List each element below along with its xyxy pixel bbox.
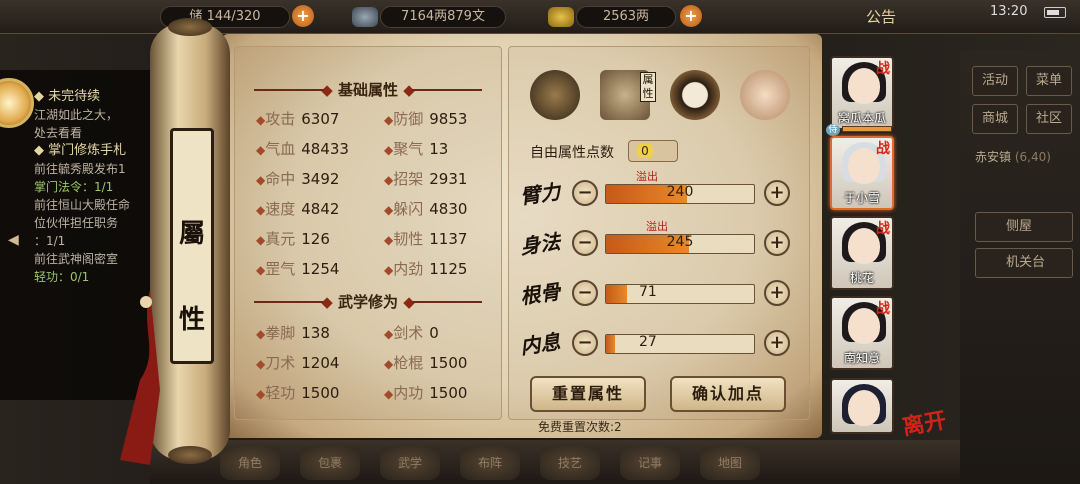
- bottom-menu: 角色 包裹 武学 布阵 技艺 记事 地图: [150, 440, 970, 484]
- breath-plus-button[interactable]: +: [764, 330, 790, 356]
- constitution-minus-button[interactable]: −: [572, 280, 598, 306]
- constitution-value: 71: [639, 284, 657, 300]
- character-exp-bar: [842, 126, 892, 132]
- reset-attributes-button[interactable]: 重置属性: [530, 376, 646, 412]
- meridian-body-icon[interactable]: [740, 70, 790, 120]
- bottom-item-formation[interactable]: 布阵: [460, 446, 520, 480]
- stat-hit: ◆命中 3492: [256, 170, 340, 188]
- strength-value: 240: [666, 184, 694, 200]
- skill-lightness: ◆轻功 1500: [256, 384, 340, 402]
- shop-button[interactable]: 商城: [972, 104, 1018, 134]
- attendant-badge: 侍: [826, 124, 840, 136]
- character-name: 南知意: [843, 351, 880, 365]
- character-card-selected[interactable]: 战 于小雪: [830, 136, 894, 210]
- notice-button[interactable]: 公告: [866, 6, 896, 27]
- character-name: 桃花: [849, 271, 874, 285]
- strength-plus-button[interactable]: +: [764, 180, 790, 206]
- breath-minus-button[interactable]: −: [572, 330, 598, 356]
- scroll-rod-cap: [168, 446, 212, 464]
- clock: 13:20: [990, 4, 1028, 19]
- agility-plus-button[interactable]: +: [764, 230, 790, 256]
- silver-icon: [352, 7, 378, 27]
- attr-constitution-name: 根骨: [518, 279, 562, 309]
- martial-skills-title: ◆ 武学修为 ◆: [240, 290, 496, 314]
- location-label: 赤安镇 (6,40): [975, 150, 1051, 164]
- bottom-item-bag[interactable]: 包裹: [300, 446, 360, 480]
- free-reset-count: 免费重置次数:2: [538, 420, 622, 434]
- skill-sword: ◆剑术 0: [384, 324, 439, 342]
- character-card[interactable]: 战 南知意: [830, 296, 894, 370]
- room-side-house[interactable]: 侧屋: [975, 212, 1073, 242]
- character-card[interactable]: 战 窝瓜本瓜: [830, 56, 894, 130]
- free-points-value: 0: [637, 144, 653, 158]
- agility-overflow-label: 溢出: [646, 220, 668, 233]
- battle-tag: 战: [876, 141, 890, 157]
- attr-breath-name: 内息: [518, 329, 562, 359]
- stat-dodge: ◆躲闪 4830: [384, 200, 468, 218]
- basic-attrs-title: ◆ 基础属性 ◆: [240, 78, 496, 102]
- bottom-item-journal[interactable]: 记事: [620, 446, 680, 480]
- character-name: 窝瓜本瓜: [837, 111, 886, 125]
- battle-tag: 战: [876, 61, 890, 77]
- confirm-points-button[interactable]: 确认加点: [670, 376, 786, 412]
- free-points-label: 自由属性点数: [530, 145, 614, 161]
- stat-gang-qi: ◆罡气 1254: [256, 260, 340, 278]
- stat-gather: ◆聚气 13: [384, 140, 449, 158]
- attr-strength-name: 臂力: [518, 179, 562, 209]
- character-card[interactable]: 战 桃花: [830, 216, 894, 290]
- strength-overflow-label: 溢出: [636, 170, 658, 183]
- stat-inner-force: ◆内劲 1125: [384, 260, 468, 278]
- skill-fist: ◆拳脚 138: [256, 324, 330, 342]
- bottom-item-map[interactable]: 地图: [700, 446, 760, 480]
- bottom-item-role[interactable]: 角色: [220, 446, 280, 480]
- skill-internal: ◆内功 1500: [384, 384, 468, 402]
- storage-add-button[interactable]: +: [292, 5, 314, 27]
- character-card[interactable]: [830, 378, 894, 434]
- gold-pill: 2563两: [576, 6, 676, 28]
- bottom-item-martial[interactable]: 武学: [380, 446, 440, 480]
- agility-minus-button[interactable]: −: [572, 230, 598, 256]
- money-pill: 7164两879文: [380, 6, 506, 28]
- room-mechanism[interactable]: 机关台: [975, 248, 1073, 278]
- skill-spear: ◆枪棍 1500: [384, 354, 468, 372]
- avatar-face: [848, 390, 880, 426]
- battle-tag: 战: [876, 301, 890, 317]
- gold-ingot-icon: [548, 7, 574, 27]
- stat-attack: ◆攻击 6307: [256, 110, 340, 128]
- bagua-icon[interactable]: [670, 70, 720, 120]
- battle-tag: 战: [876, 221, 890, 237]
- free-points-box: [628, 140, 678, 162]
- character-name: 于小雪: [843, 191, 880, 205]
- bottom-item-craft[interactable]: 技艺: [540, 446, 600, 480]
- straw-hat-icon[interactable]: [530, 70, 580, 120]
- skill-blade: ◆刀术 1204: [256, 354, 340, 372]
- activity-button[interactable]: 活动: [972, 66, 1018, 96]
- stat-speed: ◆速度 4842: [256, 200, 340, 218]
- breath-value: 27: [639, 334, 657, 350]
- community-button[interactable]: 社区: [1026, 104, 1072, 134]
- battery-icon: [1044, 7, 1066, 18]
- constitution-plus-button[interactable]: +: [764, 280, 790, 306]
- stat-parry: ◆招架 2931: [384, 170, 468, 188]
- menu-button[interactable]: 菜单: [1026, 66, 1072, 96]
- stat-true-energy: ◆真元 126: [256, 230, 330, 248]
- stat-defense: ◆防御 9853: [384, 110, 468, 128]
- tassel-icon: [120, 290, 160, 465]
- scroll-title-plate: 屬 性: [170, 128, 214, 364]
- stat-toughness: ◆韧性 1137: [384, 230, 468, 248]
- gold-add-button[interactable]: +: [680, 5, 702, 27]
- attr-agility-name: 身法: [518, 229, 562, 259]
- agility-value: 245: [666, 234, 694, 250]
- scroll-rod-cap: [168, 18, 212, 36]
- attribute-tab-label[interactable]: 属性: [640, 72, 656, 102]
- collapse-arrow-icon[interactable]: ◀: [8, 232, 19, 248]
- stat-hp: ◆气血 48433: [256, 140, 349, 158]
- strength-minus-button[interactable]: −: [572, 180, 598, 206]
